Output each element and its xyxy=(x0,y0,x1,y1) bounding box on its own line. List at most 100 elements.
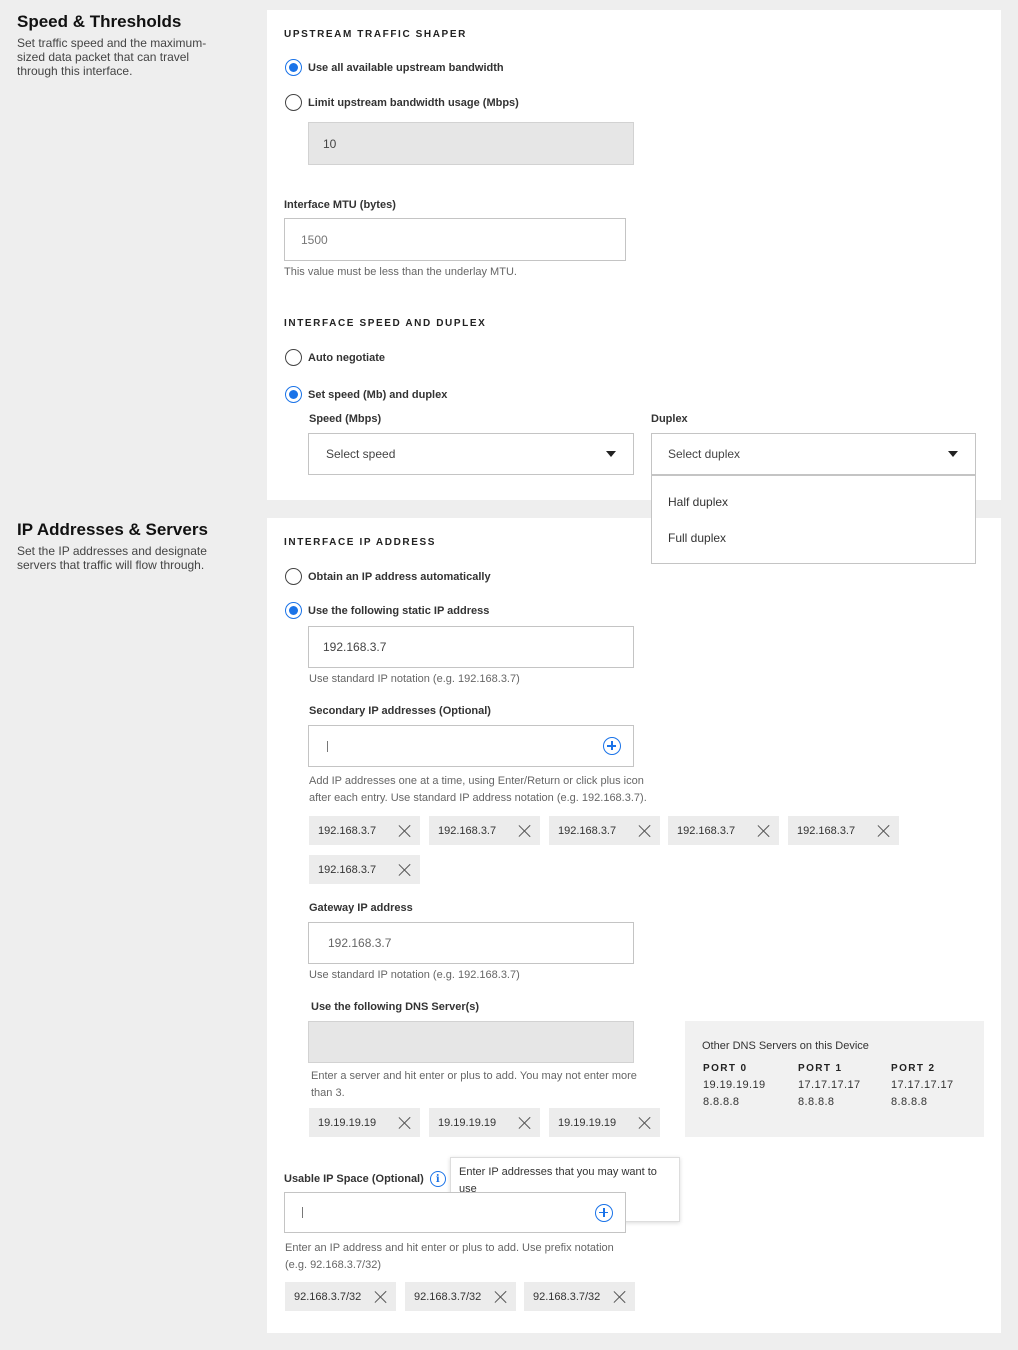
usable-ip-chip: 92.168.3.7/32 xyxy=(405,1282,516,1311)
radio-unselected-icon xyxy=(285,568,302,585)
dns-help: Enter a server and hit enter or plus to … xyxy=(311,1068,637,1102)
help-line: Enter a server and hit enter or plus to … xyxy=(311,1070,637,1082)
dns-chip: 19.19.19.19 xyxy=(429,1108,540,1137)
chip-label: 192.168.3.7 xyxy=(797,824,856,837)
close-icon[interactable] xyxy=(374,1290,388,1304)
chip-label: 92.168.3.7/32 xyxy=(533,1290,601,1303)
radio-selected-icon xyxy=(285,59,302,76)
caret-down-icon xyxy=(948,451,958,457)
radio-label: Use all available upstream bandwidth xyxy=(308,61,504,74)
info-icon[interactable]: i xyxy=(429,1171,446,1187)
plus-circle-icon[interactable] xyxy=(603,737,621,755)
duplex-select[interactable]: Select duplex xyxy=(651,433,976,475)
ip-section-description: Set the IP addresses and designate serve… xyxy=(17,544,207,572)
help-line: (e.g. 92.168.3.7/32) xyxy=(285,1259,382,1271)
radio-label: Limit upstream bandwidth usage (Mbps) xyxy=(308,96,519,109)
port-primary-dns: 17.17.17.17 xyxy=(891,1079,954,1091)
close-icon[interactable] xyxy=(757,824,771,838)
dns-label: Use the following DNS Server(s) xyxy=(311,1001,480,1013)
secondary-ip-chip: 192.168.3.7 xyxy=(549,816,660,845)
secondary-ip-chip: 192.168.3.7 xyxy=(668,816,779,845)
radio-selected-icon xyxy=(285,602,302,619)
secondary-ip-chip: 192.168.3.7 xyxy=(788,816,899,845)
close-icon[interactable] xyxy=(494,1290,508,1304)
mtu-input[interactable]: 1500 xyxy=(284,218,626,261)
radio-selected-icon xyxy=(285,386,302,403)
speed-label: Speed (Mbps) xyxy=(309,413,382,425)
usable-ip-chip: 92.168.3.7/32 xyxy=(285,1282,396,1311)
mtu-label: Interface MTU (bytes) xyxy=(284,199,396,211)
speed-section-description: Set traffic speed and the maximum-sized … xyxy=(17,36,207,78)
usable-ip-label: Usable IP Space (Optional) xyxy=(284,1173,424,1185)
usable-ip-label-row: Usable IP Space (Optional) i xyxy=(284,1171,446,1187)
close-icon[interactable] xyxy=(638,1116,652,1130)
radio-label: Auto negotiate xyxy=(308,351,385,364)
radio-label: Set speed (Mb) and duplex xyxy=(308,388,448,401)
close-icon[interactable] xyxy=(398,863,412,877)
gateway-value: 192.168.3.7 xyxy=(328,936,392,950)
radio-auto-negotiate[interactable]: Auto negotiate xyxy=(285,349,385,366)
close-icon[interactable] xyxy=(638,824,652,838)
port-primary-dns: 17.17.17.17 xyxy=(798,1079,861,1091)
static-ip-input[interactable]: 192.168.3.7 xyxy=(308,626,634,668)
radio-use-all-bandwidth[interactable]: Use all available upstream bandwidth xyxy=(285,59,504,76)
close-icon[interactable] xyxy=(613,1290,627,1304)
dns-input[interactable] xyxy=(308,1021,634,1063)
usable-ip-chip: 92.168.3.7/32 xyxy=(524,1282,635,1311)
text-cursor xyxy=(302,1207,303,1218)
other-dns-title: Other DNS Servers on this Device xyxy=(702,1040,869,1052)
secondary-ip-chip: 192.168.3.7 xyxy=(309,855,420,884)
other-dns-box: Other DNS Servers on this Device PORT 0 … xyxy=(685,1021,984,1137)
bandwidth-limit-value: 10 xyxy=(323,136,337,151)
close-icon[interactable] xyxy=(518,1116,532,1130)
secondary-ip-input[interactable] xyxy=(308,725,634,767)
radio-obtain-ip-auto[interactable]: Obtain an IP address automatically xyxy=(285,568,491,585)
mtu-value: 1500 xyxy=(301,232,328,247)
usable-ip-input[interactable] xyxy=(284,1192,626,1233)
static-ip-help: Use standard IP notation (e.g. 192.168.3… xyxy=(309,673,520,685)
chip-label: 19.19.19.19 xyxy=(318,1116,377,1129)
port-name: PORT 0 xyxy=(703,1063,748,1074)
duplex-option-full[interactable]: Full duplex xyxy=(652,520,975,556)
close-icon[interactable] xyxy=(518,824,532,838)
close-icon[interactable] xyxy=(398,824,412,838)
port-name: PORT 1 xyxy=(798,1063,843,1074)
duplex-label: Duplex xyxy=(651,413,688,425)
interface-ip-heading: INTERFACE IP ADDRESS xyxy=(284,537,437,548)
port-secondary-dns: 8.8.8.8 xyxy=(703,1096,740,1108)
caret-down-icon xyxy=(606,451,616,457)
gateway-input[interactable]: 192.168.3.7 xyxy=(308,922,634,964)
gateway-label: Gateway IP address xyxy=(309,902,413,914)
port-secondary-dns: 8.8.8.8 xyxy=(891,1096,928,1108)
duplex-option-half[interactable]: Half duplex xyxy=(652,484,975,520)
radio-label: Use the following static IP address xyxy=(308,604,490,617)
gateway-help: Use standard IP notation (e.g. 192.168.3… xyxy=(309,969,520,981)
secondary-ip-chip: 192.168.3.7 xyxy=(309,816,420,845)
chip-label: 192.168.3.7 xyxy=(438,824,497,837)
duplex-select-value: Select duplex xyxy=(668,447,741,461)
chip-label: 192.168.3.7 xyxy=(677,824,736,837)
ip-section-title: IP Addresses & Servers xyxy=(17,520,208,539)
close-icon[interactable] xyxy=(877,824,891,838)
speed-section-title: Speed & Thresholds xyxy=(17,12,182,31)
speed-duplex-heading: INTERFACE SPEED AND DUPLEX xyxy=(284,318,487,329)
chip-label: 192.168.3.7 xyxy=(318,863,377,876)
port-column: PORT 2 17.17.17.17 8.8.8.8 xyxy=(891,1063,954,1111)
port-column: PORT 1 17.17.17.17 8.8.8.8 xyxy=(798,1063,861,1111)
speed-select[interactable]: Select speed xyxy=(308,433,634,475)
bandwidth-limit-input[interactable]: 10 xyxy=(308,122,634,165)
usable-ip-help: Enter an IP address and hit enter or plu… xyxy=(285,1240,614,1274)
port-primary-dns: 19.19.19.19 xyxy=(703,1079,766,1091)
radio-set-speed-duplex[interactable]: Set speed (Mb) and duplex xyxy=(285,386,447,403)
help-line: than 3. xyxy=(311,1087,345,1099)
port-column: PORT 0 19.19.19.19 8.8.8.8 xyxy=(703,1063,766,1111)
static-ip-value: 192.168.3.7 xyxy=(323,640,387,654)
help-line: Enter an IP address and hit enter or plu… xyxy=(285,1242,614,1254)
mtu-help: This value must be less than the underla… xyxy=(284,266,517,278)
radio-static-ip[interactable]: Use the following static IP address xyxy=(285,602,489,619)
secondary-ip-label: Secondary IP addresses (Optional) xyxy=(309,705,491,717)
radio-limit-bandwidth[interactable]: Limit upstream bandwidth usage (Mbps) xyxy=(285,94,519,111)
close-icon[interactable] xyxy=(398,1116,412,1130)
chip-label: 192.168.3.7 xyxy=(318,824,377,837)
plus-circle-icon[interactable] xyxy=(595,1203,613,1222)
